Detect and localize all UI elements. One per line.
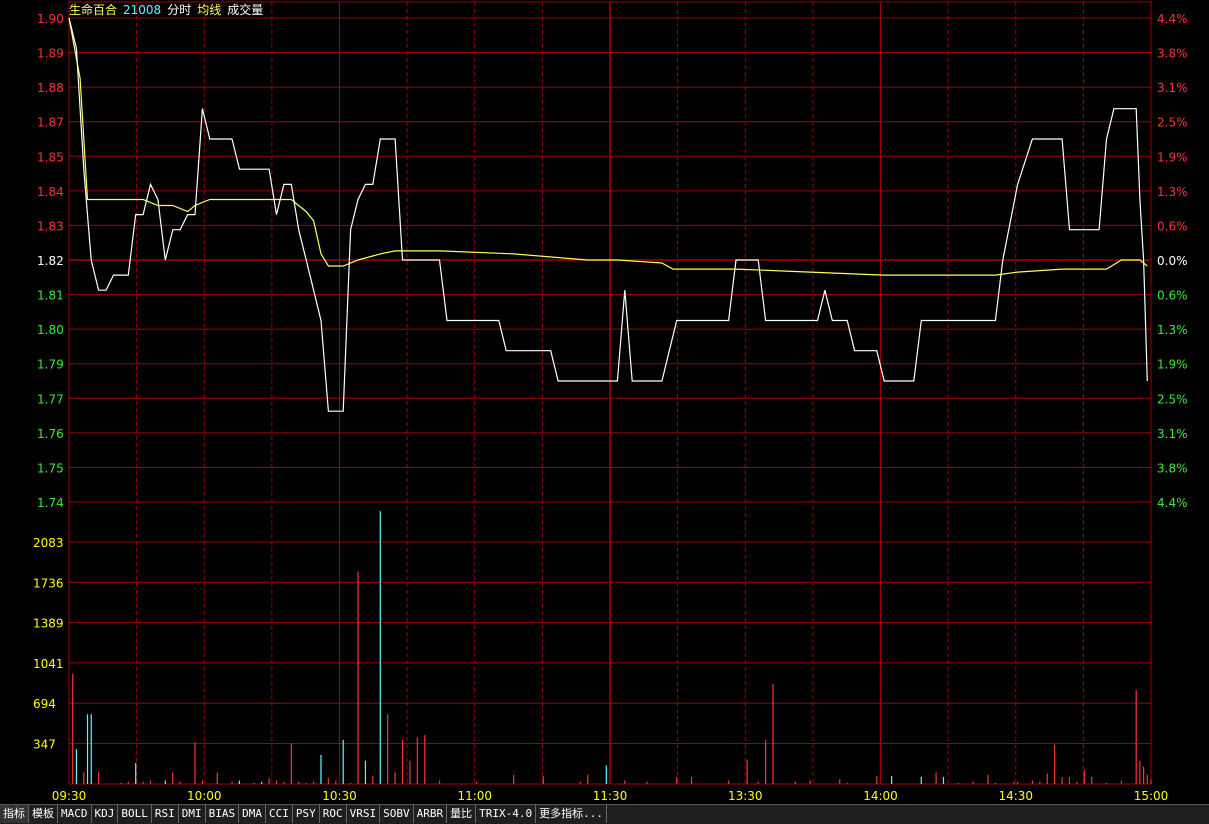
volume-tick-label: 2083 [33, 536, 64, 550]
pct-tick-label: 1.9% [1157, 358, 1188, 372]
volume-tick-label: 694 [33, 697, 56, 711]
price-tick-label: 1.80 [37, 323, 64, 337]
price-tick-label: 1.74 [37, 496, 64, 510]
pct-tick-label: 1.3% [1157, 185, 1188, 199]
indicator-tab[interactable]: SOBV [380, 805, 414, 823]
indicator-tab[interactable]: MACD [58, 805, 92, 823]
price-tick-label: 1.85 [37, 150, 64, 164]
volume-tick-label: 1736 [33, 576, 64, 590]
price-tick-label: 1.83 [37, 219, 64, 233]
view-label: 分时 [167, 3, 192, 17]
indicator-tab[interactable]: 量比 [447, 805, 477, 823]
pct-tick-label: 0.6% [1157, 219, 1188, 233]
indicator-tab[interactable]: BOLL [118, 805, 152, 823]
price-tick-label: 1.84 [37, 185, 64, 199]
time-tick-label: 11:30 [593, 789, 628, 803]
price-tick-label: 1.87 [37, 116, 64, 130]
indicator-tab[interactable]: BIAS [206, 805, 240, 823]
pct-tick-label: 3.1% [1157, 427, 1188, 441]
time-tick-label: 14:30 [998, 789, 1033, 803]
volume-tick-label: 1389 [33, 617, 64, 631]
pct-tick-label: 3.8% [1157, 461, 1188, 475]
stock-name: 生命百合 [69, 3, 118, 17]
price-tick-label: 1.77 [37, 392, 64, 406]
price-tick-label: 1.75 [37, 461, 64, 475]
intraday-chart[interactable]: 1.90 4.4% 1.89 3.8% 1.88 3.1% 1.87 2.5% 1.85 1.9%… [0, 0, 1209, 804]
indicator-tab[interactable]: RSI [152, 805, 179, 823]
indicator-tab[interactable]: ROC [320, 805, 347, 823]
indicator-tab[interactable]: PSY [293, 805, 320, 823]
pct-tick-label: 1.9% [1157, 150, 1188, 164]
price-tick-label: 1.89 [37, 47, 64, 61]
price-tick-label: 1.79 [37, 358, 64, 372]
volume-tick-label: 1041 [33, 657, 64, 671]
time-tick-label: 14:00 [863, 789, 898, 803]
pct-tick-label: 3.8% [1157, 47, 1188, 61]
avg-label: 均线 [197, 3, 222, 17]
time-tick-label: 10:00 [187, 789, 222, 803]
price-tick-label: 1.76 [37, 427, 64, 441]
indicator-tabs: 指标 模板 MACD KDJ BOLL RSI DMI BIAS DMA CCI PSY ROC VRS… [0, 804, 1209, 824]
volume-label: 成交量 [227, 3, 264, 17]
pct-tick-label: 0.6% [1157, 289, 1188, 303]
indicator-tab[interactable]: VRSI [347, 805, 381, 823]
pct-tick-label: 2.5% [1157, 392, 1188, 406]
indicator-tab[interactable]: CCI [266, 805, 293, 823]
indicator-tab[interactable]: 更多指标... [536, 805, 607, 823]
pct-tick-label: 0.0% [1157, 254, 1188, 268]
pct-tick-label: 2.5% [1157, 116, 1188, 130]
stock-code: 21008 [123, 3, 162, 17]
time-tick-label: 09:30 [52, 789, 87, 803]
pct-tick-label: 1.3% [1157, 323, 1188, 337]
price-tick-label: 1.81 [37, 289, 64, 303]
time-tick-label: 10:30 [322, 789, 357, 803]
indicator-tab[interactable]: TRIX-4.0 [476, 805, 537, 823]
price-tick-label: 1.82 [37, 254, 64, 268]
avg-price-line [68, 17, 1148, 276]
time-tick-label: 11:00 [457, 789, 492, 803]
indicator-tab[interactable]: ARBR [414, 805, 448, 823]
price-tick-label: 1.90 [37, 12, 64, 26]
price-tick-label: 1.88 [37, 81, 64, 95]
pct-tick-label: 4.4% [1157, 496, 1188, 510]
indicator-tab[interactable]: DMI [179, 805, 206, 823]
indicator-tab[interactable]: KDJ [92, 805, 119, 823]
time-tick-label: 13:30 [728, 789, 763, 803]
price-line [68, 17, 1148, 412]
pct-tick-label: 4.4% [1157, 12, 1188, 26]
indicator-tab[interactable]: 模板 [29, 805, 58, 823]
pct-tick-label: 3.1% [1157, 81, 1188, 95]
indicator-tab[interactable]: DMA [239, 805, 266, 823]
indicator-tab[interactable]: 指标 [0, 805, 29, 823]
chart-header: 生命百合 21008 分时 均线 成交量 [69, 3, 269, 17]
time-tick-label: 15:00 [1134, 789, 1169, 803]
volume-tick-label: 347 [33, 738, 56, 752]
